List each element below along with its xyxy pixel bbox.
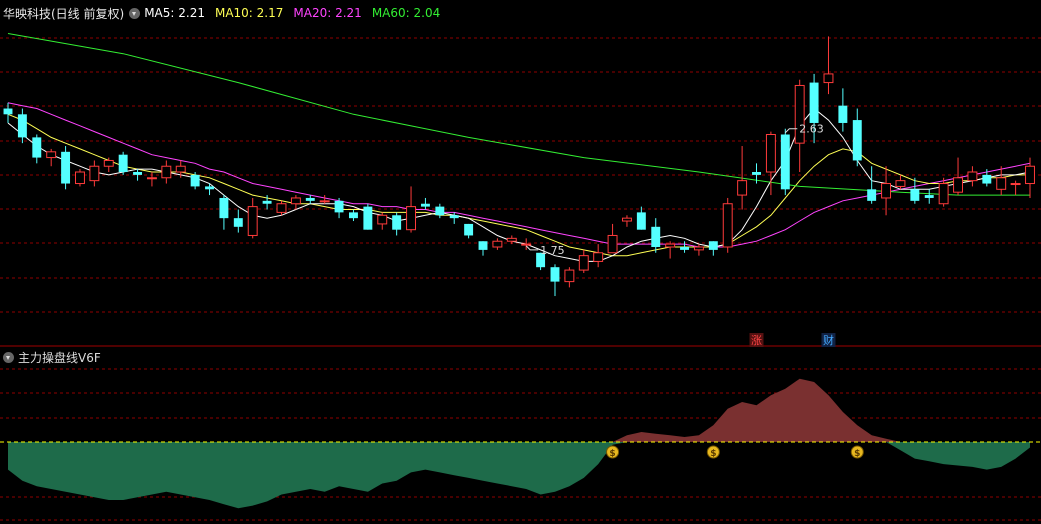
event-badge-label: 涨	[751, 334, 762, 347]
candle-body	[838, 105, 848, 123]
candle-body	[722, 203, 733, 248]
candle-body	[334, 200, 344, 213]
candle-body	[435, 206, 445, 216]
candle-body	[1025, 165, 1035, 185]
ma5-line	[7, 107, 1031, 262]
candle-body	[737, 180, 748, 196]
candle-body	[103, 159, 114, 167]
candle-body	[765, 134, 776, 173]
candle-body	[478, 241, 488, 250]
money-bag-symbol: $	[710, 449, 716, 459]
candle-body	[464, 223, 474, 236]
candle-body	[636, 212, 646, 230]
candle-body	[938, 183, 949, 205]
candle-body	[17, 114, 27, 138]
candle-body	[319, 200, 330, 203]
candle-body	[665, 243, 676, 248]
candle-body	[61, 151, 71, 184]
candle-body	[219, 197, 229, 219]
candle-body	[823, 73, 834, 84]
high-price-label: 2.63	[799, 123, 824, 136]
candle-body	[406, 206, 417, 231]
candle-body	[392, 215, 402, 230]
candle-body	[752, 172, 761, 175]
candle-body	[118, 154, 128, 172]
candle-body	[521, 243, 532, 246]
candle-body	[175, 165, 186, 173]
event-badge-label: 财	[823, 333, 834, 347]
candle-body	[852, 120, 862, 161]
candle-body	[363, 206, 373, 230]
candle-body	[708, 241, 718, 250]
stock-chart[interactable]: 2.63 1.75 涨 财 $ $ $	[0, 0, 1041, 524]
candle-body	[564, 269, 575, 283]
candle-body	[190, 174, 200, 187]
candle-body	[780, 134, 790, 190]
candle-body	[492, 240, 503, 248]
candle-body	[621, 217, 632, 222]
candle-body	[377, 214, 388, 225]
candle-body	[982, 174, 992, 184]
candle-body	[506, 237, 517, 242]
candle-body	[89, 165, 100, 182]
low-price-label: 1.75	[540, 244, 565, 257]
money-bag-symbol: $	[854, 449, 860, 459]
candle-body	[247, 206, 258, 236]
candle-body	[910, 189, 920, 201]
candle-body	[75, 171, 85, 185]
candle-body	[46, 151, 57, 159]
candle-body	[924, 195, 934, 198]
candle-body	[305, 197, 315, 201]
candle-body	[3, 108, 13, 115]
candle-body	[693, 246, 704, 251]
candle-body	[607, 234, 618, 254]
candle-body	[205, 186, 214, 190]
candle-body	[262, 200, 272, 204]
candle-body	[550, 267, 560, 282]
candle-body	[32, 137, 42, 158]
candle-body	[593, 252, 604, 262]
candle-body	[449, 215, 459, 219]
indicator-negative-area	[8, 442, 1030, 509]
candle-body	[967, 171, 978, 182]
candle-body	[133, 172, 143, 175]
candle-body	[578, 255, 589, 271]
candle-body	[895, 180, 906, 187]
candle-body	[996, 177, 1007, 190]
candle-body	[233, 218, 243, 227]
candle-body	[420, 203, 430, 207]
candle-body	[881, 183, 892, 199]
candle-body	[651, 226, 661, 247]
candle-body	[146, 177, 157, 180]
indicator-positive-area	[8, 378, 1030, 442]
candle-body	[276, 203, 287, 213]
candle-body	[809, 82, 819, 123]
candle-body	[867, 189, 877, 201]
candle-body	[349, 212, 358, 219]
candle-body	[953, 177, 963, 193]
ma10-line	[7, 113, 1030, 257]
candle-body	[680, 247, 689, 250]
candle-body	[1010, 183, 1021, 186]
candle-body	[290, 197, 301, 205]
candle-body	[161, 165, 172, 179]
money-bag-symbol: $	[609, 449, 615, 459]
